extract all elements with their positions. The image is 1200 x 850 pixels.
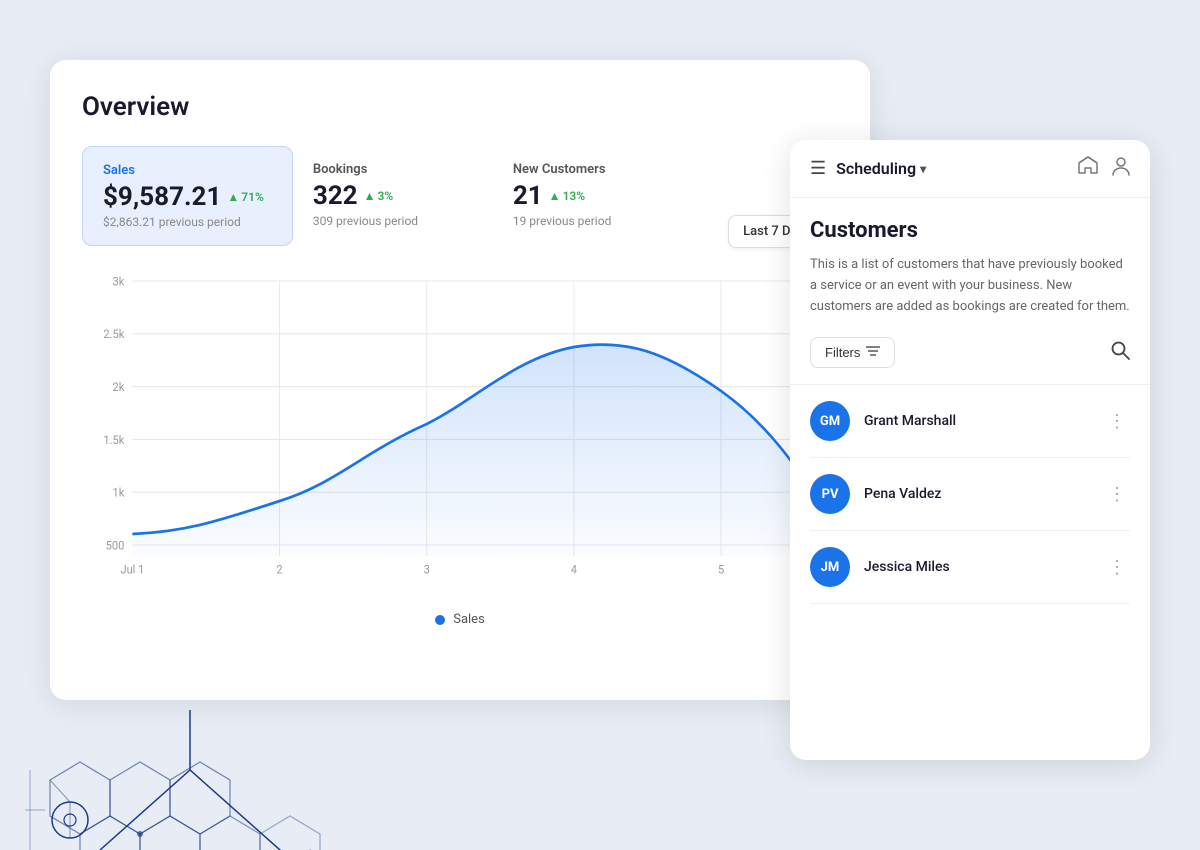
filter-icon: [866, 345, 880, 360]
svg-text:5: 5: [718, 562, 725, 577]
svg-text:3k: 3k: [112, 274, 124, 289]
metric-sales-label: Sales: [103, 163, 264, 178]
svg-text:3: 3: [424, 562, 430, 577]
overview-card: Overview Last 7 Days ▾ Sales $9,587.21 ▲…: [50, 60, 870, 700]
arrow-up-icon: ▲: [227, 190, 239, 204]
chart-area: 3k 2.5k 2k 1.5k 1k 500 Jul 1 2 3 4 5: [82, 270, 838, 600]
customers-card-header: ☰ Scheduling ▾: [790, 140, 1150, 198]
metric-bookings[interactable]: Bookings 322 ▲ 3% 309 previous period: [293, 146, 493, 246]
metric-bookings-value: 322 ▲ 3%: [313, 181, 465, 211]
header-icons: [1078, 156, 1130, 181]
customer-list-item[interactable]: PV Pena Valdez ⋮: [810, 458, 1130, 531]
customer-avatar: GM: [810, 401, 850, 441]
metric-sales-prev: $2,863.21 previous period: [103, 215, 264, 229]
svg-text:1.5k: 1.5k: [103, 432, 124, 447]
customer-name: Pena Valdez: [864, 486, 1104, 502]
store-icon[interactable]: [1078, 156, 1098, 181]
legend-dot: [435, 615, 445, 625]
scheduling-title: Scheduling ▾: [836, 159, 926, 178]
chart-legend: Sales: [82, 612, 838, 627]
cards-container: Overview Last 7 Days ▾ Sales $9,587.21 ▲…: [50, 60, 1150, 780]
filters-button[interactable]: Filters: [810, 337, 895, 368]
filters-row: Filters: [810, 337, 1130, 368]
arrow-up-icon: ▲: [364, 189, 376, 203]
customer-list: GM Grant Marshall ⋮ PV Pena Valdez ⋮ JM …: [810, 385, 1130, 604]
legend-label: Sales: [453, 612, 485, 627]
metrics-row: Sales $9,587.21 ▲ 71% $2,863.21 previous…: [82, 146, 838, 246]
customer-avatar: JM: [810, 547, 850, 587]
hamburger-icon[interactable]: ☰: [810, 158, 826, 179]
metric-new-customers-change: ▲ 13%: [549, 189, 585, 203]
customer-name: Jessica Miles: [864, 559, 1104, 575]
arrow-up-icon: ▲: [549, 189, 561, 203]
overview-title: Overview: [82, 92, 838, 122]
person-icon[interactable]: [1112, 156, 1130, 181]
metric-bookings-prev: 309 previous period: [313, 214, 465, 228]
customer-list-item[interactable]: GM Grant Marshall ⋮: [810, 385, 1130, 458]
customer-avatar: PV: [810, 474, 850, 514]
svg-text:4: 4: [571, 562, 578, 577]
chevron-down-icon: ▾: [920, 162, 926, 176]
svg-text:2: 2: [276, 562, 283, 577]
filters-label: Filters: [825, 345, 860, 360]
more-options-icon[interactable]: ⋮: [1104, 553, 1130, 582]
metric-sales-value: $9,587.21 ▲ 71%: [103, 182, 264, 212]
more-options-icon[interactable]: ⋮: [1104, 480, 1130, 509]
customers-body: Customers This is a list of customers th…: [790, 198, 1150, 604]
sales-chart: 3k 2.5k 2k 1.5k 1k 500 Jul 1 2 3 4 5: [82, 270, 838, 600]
svg-text:1k: 1k: [112, 485, 124, 500]
svg-text:2k: 2k: [112, 380, 124, 395]
svg-text:2.5k: 2.5k: [103, 327, 124, 342]
customer-name: Grant Marshall: [864, 413, 1104, 429]
metric-new-customers-label: New Customers: [513, 162, 665, 177]
customers-card: ☰ Scheduling ▾: [790, 140, 1150, 760]
metric-new-customers[interactable]: New Customers 21 ▲ 13% 19 previous perio…: [493, 146, 693, 246]
search-button[interactable]: [1110, 340, 1130, 366]
metric-new-customers-value: 21 ▲ 13%: [513, 181, 665, 211]
svg-text:500: 500: [106, 538, 125, 553]
metric-bookings-change: ▲ 3%: [364, 189, 394, 203]
customers-page-title: Customers: [810, 218, 1130, 243]
more-options-icon[interactable]: ⋮: [1104, 407, 1130, 436]
customer-list-item[interactable]: JM Jessica Miles ⋮: [810, 531, 1130, 604]
svg-text:Jul 1: Jul 1: [120, 562, 144, 577]
metric-sales-change: ▲ 71%: [227, 190, 263, 204]
metric-bookings-label: Bookings: [313, 162, 465, 177]
metric-sales[interactable]: Sales $9,587.21 ▲ 71% $2,863.21 previous…: [82, 146, 293, 246]
metric-new-customers-prev: 19 previous period: [513, 214, 665, 228]
customers-description: This is a list of customers that have pr…: [810, 255, 1130, 317]
